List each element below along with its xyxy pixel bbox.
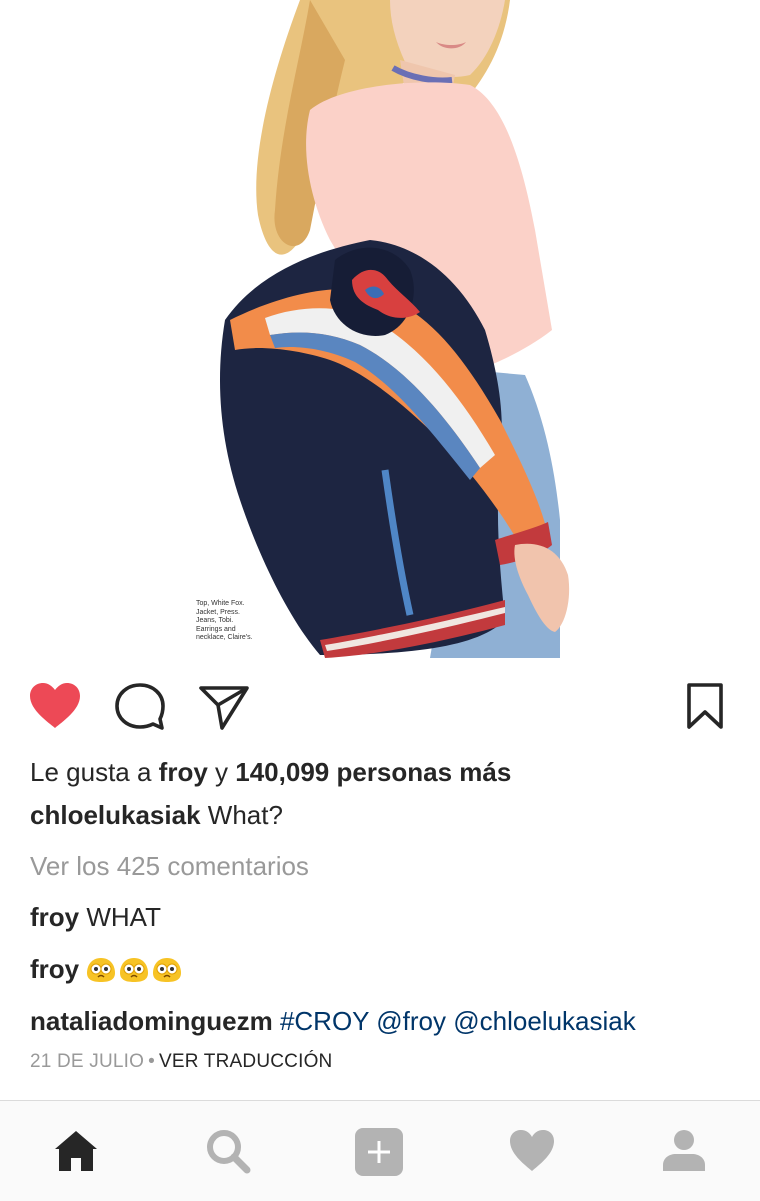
flushed-face-icon	[120, 958, 149, 982]
credit-line: Earrings and	[196, 625, 236, 633]
comment-user-link[interactable]: froy	[30, 954, 79, 984]
hashtag-link[interactable]: #CROY	[280, 1006, 369, 1036]
comment-row: froy	[30, 953, 185, 985]
home-icon[interactable]	[52, 1127, 100, 1175]
post-actions	[0, 658, 760, 754]
likes-line: Le gusta a froy y 140,099 personas más	[30, 756, 511, 788]
likes-count-link[interactable]: 140,099 personas más	[235, 757, 511, 787]
credit-line: necklace, Claire's.	[196, 634, 253, 641]
credit-line: Jacket, Press.	[196, 608, 240, 616]
caption-text: What?	[207, 800, 283, 830]
likes-user-link[interactable]: froy	[159, 757, 208, 787]
activity-heart-icon[interactable]	[508, 1127, 556, 1175]
comment-row: froy WHAT	[30, 901, 161, 933]
comment-user-link[interactable]: froy	[30, 902, 79, 932]
add-post-icon[interactable]	[354, 1127, 403, 1176]
photo-credits: Top, White Fox. Jacket, Press. Jeans, To…	[196, 600, 253, 643]
likes-connector: y	[215, 757, 229, 787]
post-photo[interactable]: Top, White Fox. Jacket, Press. Jeans, To…	[0, 0, 760, 658]
comment-row: nataliadominguezm #CROY @froy @chloeluka…	[30, 1005, 636, 1037]
bottom-tab-bar	[0, 1100, 760, 1201]
mention-link[interactable]: @chloelukasiak	[453, 1006, 635, 1036]
heart-filled-icon[interactable]	[28, 682, 82, 730]
translate-link[interactable]: VER TRADUCCIÓN	[159, 1051, 332, 1072]
bookmark-icon[interactable]	[686, 682, 724, 730]
comment-user-link[interactable]: nataliadominguezm	[30, 1006, 273, 1036]
credit-line: Top, White Fox.	[196, 600, 245, 607]
mention-link[interactable]: @froy	[376, 1006, 446, 1036]
comment-icon[interactable]	[114, 682, 166, 732]
post-date: 21 DE JULIO	[30, 1051, 145, 1072]
post-meta: 21 DE JULIO • VER TRADUCCIÓN	[30, 1046, 332, 1078]
view-comments-link[interactable]: Ver los 425 comentarios	[30, 850, 309, 882]
flushed-face-icon	[87, 958, 116, 982]
post-image-illustration	[0, 0, 760, 658]
share-icon[interactable]	[198, 684, 250, 730]
comment-emojis	[86, 954, 185, 984]
post-caption: chloelukasiak What?	[30, 799, 283, 831]
meta-separator: •	[148, 1051, 155, 1072]
profile-icon[interactable]	[660, 1127, 708, 1175]
comment-text: WHAT	[86, 902, 161, 932]
likes-prefix: Le gusta a	[30, 757, 152, 787]
flushed-face-icon	[153, 958, 182, 982]
credit-line: Jeans, Tobi.	[196, 617, 234, 624]
author-link[interactable]: chloelukasiak	[30, 800, 201, 830]
search-icon[interactable]	[204, 1127, 252, 1175]
